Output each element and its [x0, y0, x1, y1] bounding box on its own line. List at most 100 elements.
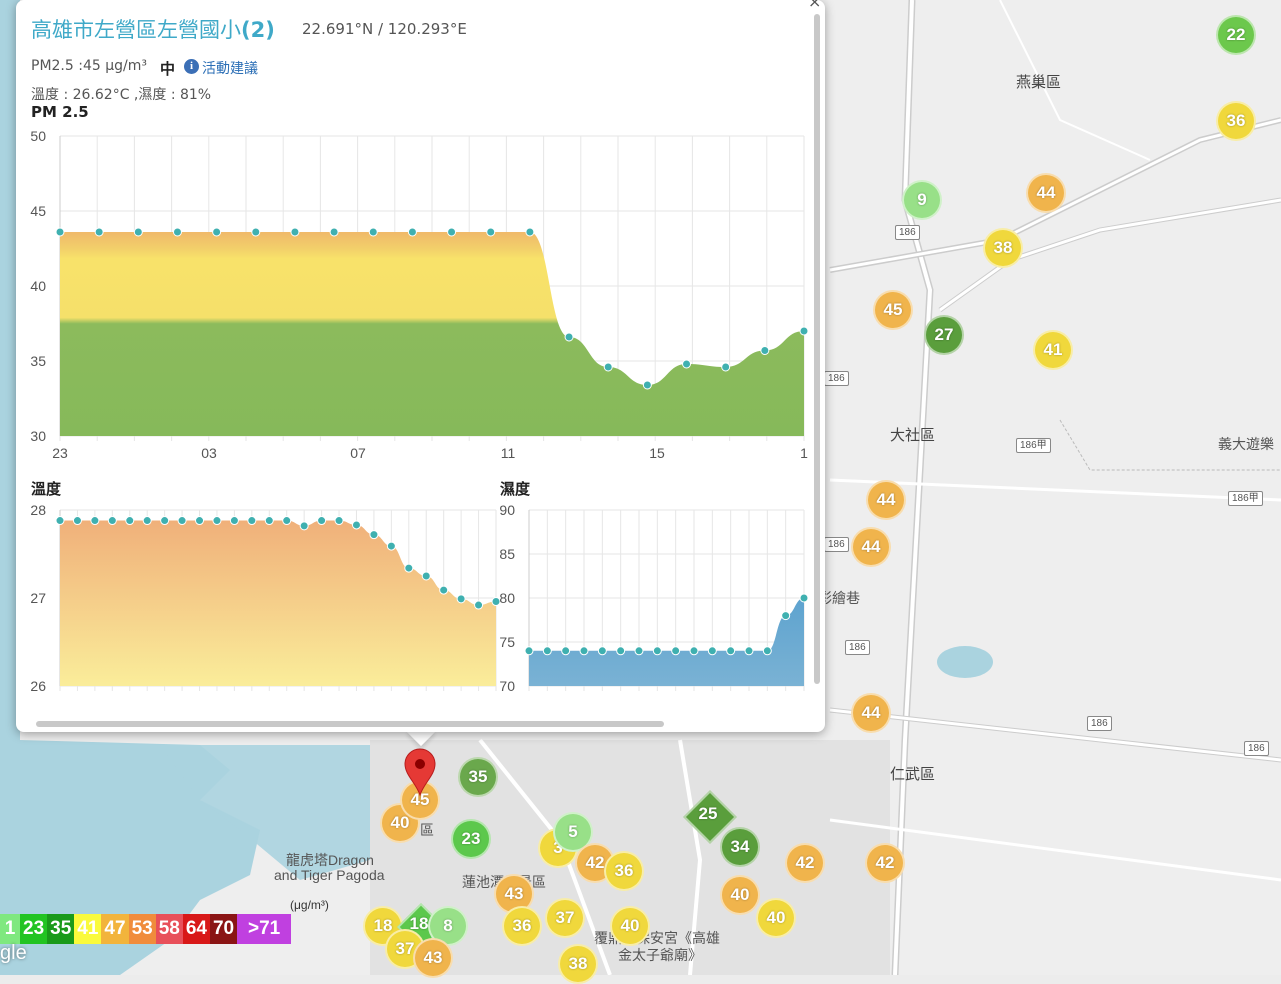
temp-chart: 28 27 26: [30, 502, 501, 694]
map-label-yida: 義大遊樂: [1218, 436, 1274, 452]
legend-item: 64: [182, 914, 210, 944]
station-marker[interactable]: 44: [851, 527, 891, 567]
temp-point: [421, 571, 431, 581]
pm25-point: [94, 227, 104, 237]
station-marker[interactable]: 42: [865, 843, 905, 883]
station-marker[interactable]: 36: [604, 851, 644, 891]
pm25-point: [642, 380, 652, 390]
map-label-renwu: 仁武區: [890, 766, 936, 783]
map-label-dashe: 大社區: [890, 427, 936, 444]
legend-item: >71: [237, 914, 292, 944]
temp-point: [72, 516, 82, 526]
humidity-point: [726, 646, 736, 656]
temp-point: [125, 516, 135, 526]
x-tick-label: 11: [501, 445, 516, 461]
temp-point: [264, 516, 274, 526]
station-info-popup: × 高雄市左營區左營國小(2) 22.691°N / 120.293°E PM2…: [16, 0, 825, 732]
temp-point: [282, 516, 292, 526]
station-marker[interactable]: 23: [451, 819, 491, 859]
humidity-point: [652, 646, 662, 656]
temp-point: [195, 516, 205, 526]
road-shield: 186甲: [1016, 438, 1051, 453]
station-marker[interactable]: 40: [720, 875, 760, 915]
station-marker[interactable]: 42: [785, 843, 825, 883]
temp-point: [212, 516, 222, 526]
temp-point: [386, 541, 396, 551]
station-marker[interactable]: 44: [851, 693, 891, 733]
y-tick-label: 70: [499, 678, 515, 694]
y-tick-label: 26: [30, 678, 46, 694]
y-tick-label: 40: [30, 278, 46, 294]
legend-item: 1: [0, 914, 20, 944]
temp-point: [439, 585, 449, 595]
humidity-point: [707, 646, 717, 656]
temp-point: [474, 600, 484, 610]
station-marker[interactable]: 22: [1216, 15, 1256, 55]
station-marker[interactable]: 38: [983, 228, 1023, 268]
humidity-point: [597, 646, 607, 656]
legend-item: 23: [20, 914, 48, 944]
temp-point: [90, 516, 100, 526]
station-marker[interactable]: 44: [1026, 173, 1066, 213]
station-marker[interactable]: 40: [756, 898, 796, 938]
selected-location-pin-icon[interactable]: [402, 747, 438, 797]
station-marker[interactable]: 37: [545, 898, 585, 938]
temp-point: [177, 516, 187, 526]
pm25-point: [55, 227, 65, 237]
station-marker[interactable]: 35: [458, 757, 498, 797]
pm25-point: [407, 227, 417, 237]
humidity-point: [634, 646, 644, 656]
station-marker[interactable]: 36: [502, 906, 542, 946]
y-tick-label: 85: [499, 546, 515, 562]
road-shield: 186: [1244, 741, 1269, 756]
station-marker[interactable]: 40: [610, 906, 650, 946]
temp-point: [369, 530, 379, 540]
pm25-point: [721, 362, 731, 372]
temp-point: [229, 516, 239, 526]
y-tick-label: 30: [30, 428, 46, 444]
road-shield: 186: [824, 537, 849, 552]
temp-point: [107, 516, 117, 526]
station-marker[interactable]: 36: [1216, 101, 1256, 141]
y-tick-label: 90: [499, 502, 515, 518]
y-tick-label: 45: [30, 203, 46, 219]
station-marker[interactable]: 41: [1033, 330, 1073, 370]
station-marker[interactable]: 43: [413, 938, 453, 978]
humidity-point: [671, 646, 681, 656]
station-marker[interactable]: 44: [866, 480, 906, 520]
station-marker[interactable]: 27: [924, 315, 964, 355]
pm25-point: [447, 227, 457, 237]
humidity-point: [579, 646, 589, 656]
charts-area: 50 45 40 35 30 23 03 07 11 15 1 28 27 26 90 85 80 75 70: [30, 128, 809, 694]
temp-point: [160, 516, 170, 526]
temp-point: [317, 516, 327, 526]
popup-horizontal-scrollbar[interactable]: [36, 721, 664, 727]
station-marker[interactable]: 38: [558, 944, 598, 984]
temp-point: [351, 520, 361, 530]
temp-point: [334, 516, 344, 526]
station-marker[interactable]: 9: [902, 180, 942, 220]
legend-item: 58: [155, 914, 183, 944]
temp-area: [60, 520, 496, 686]
station-marker[interactable]: 45: [873, 290, 913, 330]
legend-item: 47: [101, 914, 129, 944]
map-label-yanchao: 燕巢區: [1016, 74, 1062, 91]
station-marker[interactable]: 34: [720, 827, 760, 867]
pm25-point: [329, 227, 339, 237]
humidity-point: [616, 646, 626, 656]
road-shield: 186甲: [1228, 491, 1263, 506]
popup-vertical-scrollbar[interactable]: [814, 14, 820, 684]
map-label-temple-2: 金太子爺廟》: [618, 947, 702, 963]
pm25-point: [172, 227, 182, 237]
pm25-point: [603, 362, 613, 372]
road-shield: 186: [895, 225, 920, 240]
map-label-dragon-tiger-en: and Tiger Pagoda: [274, 867, 385, 883]
legend-item: 35: [47, 914, 75, 944]
pm25-legend: 1 23 35 41 47 53 58 64 70 >71: [0, 914, 292, 944]
x-tick-label: 1: [800, 445, 808, 461]
pm25-point: [486, 227, 496, 237]
road-shield: 186: [1087, 716, 1112, 731]
x-tick-label: 15: [649, 445, 665, 461]
google-logo: gle: [0, 942, 27, 964]
legend-unit: (μg/m³): [290, 898, 329, 912]
